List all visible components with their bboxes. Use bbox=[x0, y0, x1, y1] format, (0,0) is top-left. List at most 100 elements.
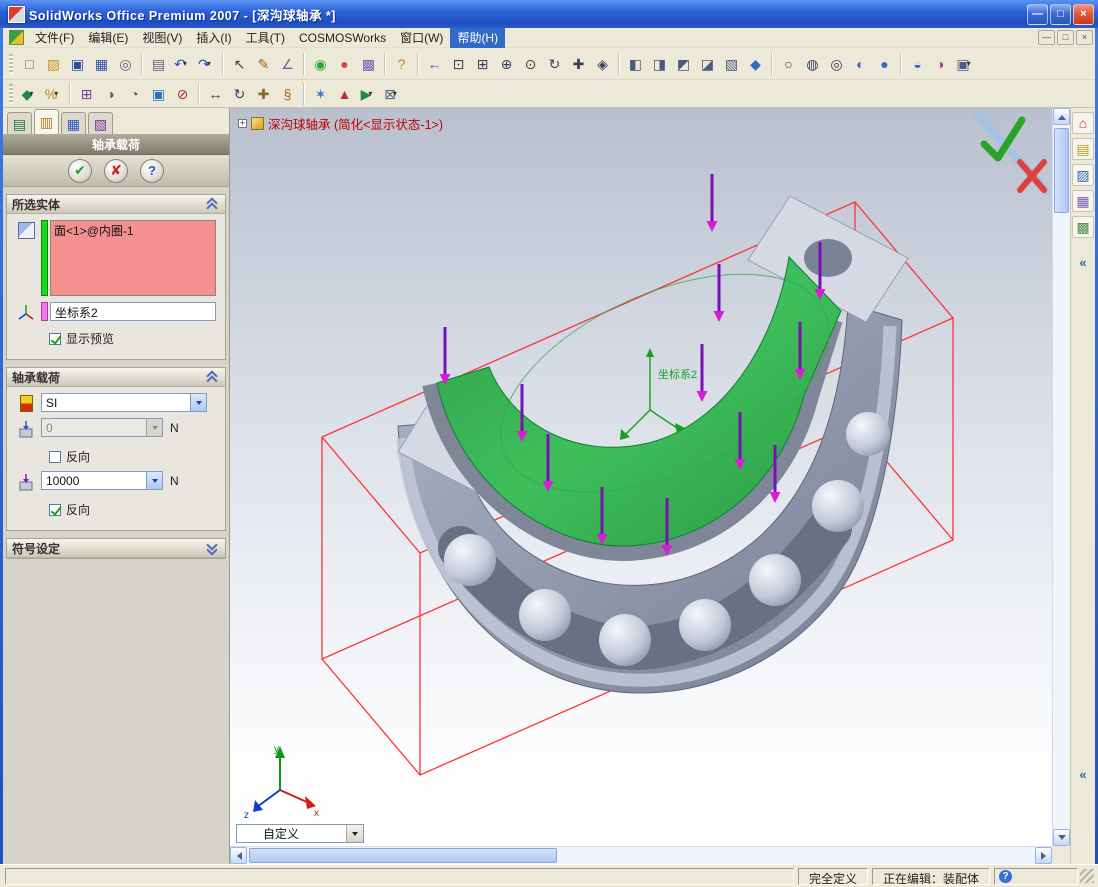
left-view-button[interactable]: ◩ bbox=[672, 52, 695, 75]
resize-grip[interactable] bbox=[1080, 869, 1094, 883]
shaded-button[interactable]: ● bbox=[873, 52, 896, 75]
dropdown-arrow-icon[interactable]: ▾ bbox=[29, 89, 37, 98]
toolbar-grip[interactable] bbox=[9, 53, 13, 74]
pan-button[interactable]: ✚ bbox=[567, 52, 590, 75]
new-document-button[interactable]: □ bbox=[18, 52, 41, 75]
restore-button[interactable]: □ bbox=[1050, 3, 1071, 25]
selected-face-item[interactable]: 面<1>@内圈-1 bbox=[54, 222, 212, 239]
toolbar-grip[interactable] bbox=[9, 83, 13, 104]
isometric-view-button[interactable]: ◆ bbox=[744, 52, 767, 75]
selection-listbox[interactable]: 面<1>@内圈-1 bbox=[50, 220, 216, 296]
force-y-input[interactable]: 10000 bbox=[41, 471, 163, 490]
smart-fasteners-button[interactable]: ✚ bbox=[252, 82, 275, 105]
sketch-button[interactable]: ✎ bbox=[252, 52, 275, 75]
reverse-y-checkbox[interactable] bbox=[49, 503, 61, 516]
exploded-view-button[interactable]: ✶ bbox=[309, 82, 332, 105]
reverse-x-checkbox[interactable] bbox=[49, 450, 61, 463]
dropdown-arrow-icon[interactable]: ▾ bbox=[207, 59, 215, 68]
solidworks-flyout-button[interactable]: ◆ ▾ bbox=[18, 82, 41, 105]
symbol-settings-header[interactable]: 符号设定 bbox=[7, 539, 225, 558]
menu-tools[interactable]: 工具(T) bbox=[239, 27, 292, 48]
confirm-cancel-icon[interactable] bbox=[1017, 159, 1047, 193]
dropdown-arrow-icon[interactable]: ▾ bbox=[393, 89, 401, 98]
menu-view[interactable]: 视图(V) bbox=[135, 27, 189, 48]
3d-scene[interactable]: 坐标系2 y x z bbox=[230, 108, 1052, 846]
vertical-scroll-thumb[interactable] bbox=[1054, 128, 1069, 213]
vertical-scrollbar[interactable] bbox=[1052, 108, 1070, 846]
zoom-to-fit-button[interactable]: ⊡ bbox=[447, 52, 470, 75]
doc-minimize-button[interactable]: — bbox=[1038, 30, 1055, 45]
graphics-viewport[interactable]: 坐标系2 y x z + 深沟球轴承 (简化<显示状态-1>) 自定义 bbox=[230, 108, 1052, 846]
horizontal-scroll-thumb[interactable] bbox=[249, 848, 557, 863]
view-palette-tab[interactable]: ▦ bbox=[1072, 190, 1094, 212]
rotate-component-button[interactable]: ↻ bbox=[228, 82, 251, 105]
scroll-left-button[interactable] bbox=[230, 847, 247, 864]
pm-cancel-button[interactable]: ✘ bbox=[104, 158, 128, 183]
edit-component-button[interactable]: ▣ bbox=[147, 82, 170, 105]
propertymanager-tab[interactable]: ▥ bbox=[34, 109, 59, 134]
rebuild-button[interactable]: ◉ bbox=[309, 52, 332, 75]
section-view-button[interactable]: ◗ bbox=[930, 52, 953, 75]
configurationmanager-tab[interactable]: ▦ bbox=[61, 112, 86, 134]
redo-button[interactable]: ↷ ▾ bbox=[195, 52, 218, 75]
save-as-button[interactable]: ▦ bbox=[90, 52, 113, 75]
menu-window[interactable]: 窗口(W) bbox=[393, 27, 450, 48]
dropdown-arrow-icon[interactable]: ▾ bbox=[54, 89, 62, 98]
view-setting-combo[interactable]: 自定义 bbox=[236, 824, 364, 843]
hide-show-components-button[interactable]: ◑ bbox=[99, 82, 122, 105]
texture-button[interactable]: ▩ bbox=[357, 52, 380, 75]
front-view-button[interactable]: ◧ bbox=[624, 52, 647, 75]
previous-view-button[interactable]: ← bbox=[423, 52, 446, 75]
doc-restore-button[interactable]: □ bbox=[1057, 30, 1074, 45]
scroll-right-button[interactable] bbox=[1035, 847, 1052, 864]
no-external-references-button[interactable]: ⊘ bbox=[171, 82, 194, 105]
expand-section-button[interactable] bbox=[204, 540, 220, 556]
horizontal-scrollbar[interactable] bbox=[230, 846, 1052, 864]
file-explorer-tab[interactable]: ▨ bbox=[1072, 164, 1094, 186]
doc-close-button[interactable]: × bbox=[1076, 30, 1093, 45]
coordinate-system-input[interactable]: 坐标系2 bbox=[50, 302, 216, 321]
tree-expand-icon[interactable]: + bbox=[238, 119, 247, 128]
save-button[interactable]: ▣ bbox=[66, 52, 89, 75]
move-component-button[interactable]: ↔ bbox=[204, 82, 227, 105]
hidden-lines-removed-button[interactable]: ◎ bbox=[825, 52, 848, 75]
zoom-area-button[interactable]: ⊞ bbox=[471, 52, 494, 75]
menu-cosmosworks[interactable]: COSMOSWorks bbox=[292, 29, 393, 47]
rotate-view-button[interactable]: ↻ bbox=[543, 52, 566, 75]
shaded-with-edges-button[interactable]: ◐ bbox=[849, 52, 872, 75]
solidworks-resources-tab[interactable]: ⌂ bbox=[1072, 112, 1094, 134]
undo-button[interactable]: ↶ ▾ bbox=[171, 52, 194, 75]
cosmosworks-tab[interactable]: ▧ bbox=[88, 112, 113, 134]
open-document-button[interactable]: ▨ bbox=[42, 52, 65, 75]
simulation-button[interactable]: ▶ ▾ bbox=[357, 82, 380, 105]
shadows-button[interactable]: ◒ bbox=[906, 52, 929, 75]
taskpane-collapse-button[interactable]: « bbox=[1075, 766, 1091, 784]
dropdown-arrow-icon[interactable]: ▾ bbox=[368, 89, 376, 98]
select-button[interactable]: ↖ bbox=[228, 52, 251, 75]
menu-help[interactable]: 帮助(H) bbox=[450, 27, 506, 48]
hidden-lines-visible-button[interactable]: ◍ bbox=[801, 52, 824, 75]
standard-views-button[interactable]: ▣ ▾ bbox=[954, 52, 977, 75]
collapse-section-button[interactable] bbox=[204, 369, 220, 385]
show-preview-checkbox[interactable] bbox=[49, 332, 61, 345]
assembly-toolbar-button[interactable]: ⊠ ▾ bbox=[381, 82, 404, 105]
unit-system-dropdown[interactable]: SI bbox=[41, 393, 207, 412]
interference-detection-button[interactable]: ▲ bbox=[333, 82, 356, 105]
status-help-icon[interactable]: ? bbox=[999, 869, 1012, 883]
close-button[interactable]: × bbox=[1073, 3, 1094, 25]
selected-entities-header[interactable]: 所选实体 bbox=[7, 195, 225, 214]
bearing-model[interactable] bbox=[396, 195, 909, 694]
scroll-up-button[interactable] bbox=[1053, 108, 1070, 125]
mate-button[interactable]: § bbox=[276, 82, 299, 105]
custom-properties-tab[interactable]: ▩ bbox=[1072, 216, 1094, 238]
top-view-button[interactable]: ▧ bbox=[720, 52, 743, 75]
print-preview-button[interactable]: ◎ bbox=[114, 52, 137, 75]
menu-edit[interactable]: 编辑(E) bbox=[81, 27, 135, 48]
menu-file[interactable]: 文件(F) bbox=[28, 27, 81, 48]
dropdown-arrow-icon[interactable]: ▾ bbox=[967, 59, 975, 68]
dropdown-button[interactable] bbox=[146, 472, 162, 489]
edit-color-button[interactable]: ● bbox=[333, 52, 356, 75]
document-menu-icon[interactable] bbox=[9, 30, 24, 45]
dropdown-arrow-icon[interactable]: ▾ bbox=[183, 59, 191, 68]
dropdown-button[interactable] bbox=[346, 825, 363, 842]
